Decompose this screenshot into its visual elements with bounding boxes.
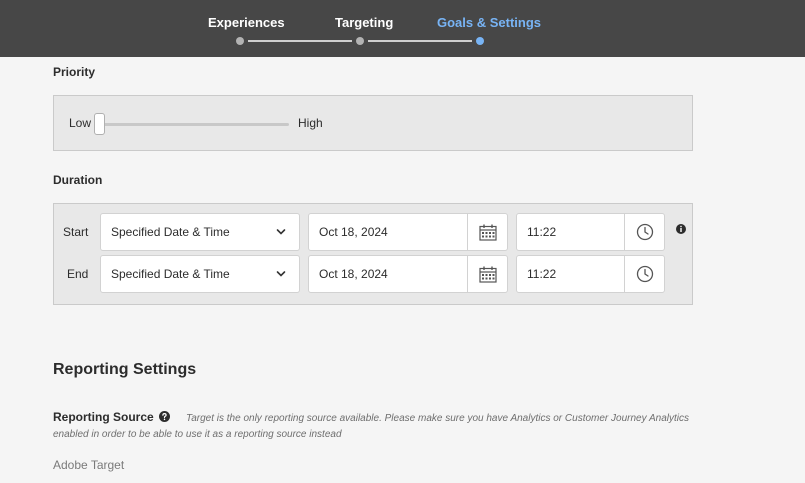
step-dot-goals-settings xyxy=(476,37,484,45)
step-connector xyxy=(248,40,352,42)
end-date-field[interactable]: Oct 18, 2024 xyxy=(308,255,508,293)
end-date-picker-button[interactable] xyxy=(467,256,507,292)
calendar-icon xyxy=(478,224,497,241)
step-targeting[interactable]: Targeting xyxy=(335,15,393,30)
priority-slider-track[interactable] xyxy=(100,123,289,126)
chevron-down-icon xyxy=(276,229,286,235)
start-time-field[interactable]: 11:22 xyxy=(516,213,665,251)
priority-slider-handle[interactable] xyxy=(94,113,105,135)
end-row-label: End xyxy=(67,267,89,281)
start-mode-value: Specified Date & Time xyxy=(111,225,230,239)
clock-icon xyxy=(636,223,653,241)
end-mode-select[interactable]: Specified Date & Time xyxy=(100,255,300,293)
step-dot-experiences xyxy=(236,37,244,45)
step-goals-settings[interactable]: Goals & Settings xyxy=(437,15,541,30)
start-time-picker-button[interactable] xyxy=(624,214,664,250)
start-mode-select[interactable]: Specified Date & Time xyxy=(100,213,300,251)
reporting-source-label: Reporting Source xyxy=(53,410,154,424)
end-time-value: 11:22 xyxy=(527,267,557,281)
end-time-field[interactable]: 11:22 xyxy=(516,255,665,293)
clock-icon xyxy=(636,265,653,283)
wizard-stepper: Experiences Targeting Goals & Settings xyxy=(0,0,805,57)
step-experiences[interactable]: Experiences xyxy=(208,15,285,30)
end-time-picker-button[interactable] xyxy=(624,256,664,292)
slider-high-label: High xyxy=(298,116,323,130)
reporting-settings-title: Reporting Settings xyxy=(53,361,197,378)
reporting-source-value: Adobe Target xyxy=(53,458,125,472)
step-dot-targeting xyxy=(356,37,364,45)
start-date-picker-button[interactable] xyxy=(467,214,507,250)
start-time-value: 11:22 xyxy=(527,225,557,239)
help-icon[interactable] xyxy=(159,411,170,422)
end-date-value: Oct 18, 2024 xyxy=(319,267,388,281)
chevron-down-icon xyxy=(276,271,286,277)
calendar-icon xyxy=(478,266,497,283)
info-icon[interactable] xyxy=(676,224,686,234)
start-date-value: Oct 18, 2024 xyxy=(319,225,388,239)
end-mode-value: Specified Date & Time xyxy=(111,267,230,281)
step-connector xyxy=(368,40,472,42)
start-date-field[interactable]: Oct 18, 2024 xyxy=(308,213,508,251)
priority-panel: Low High xyxy=(53,95,693,151)
slider-low-label: Low xyxy=(69,116,92,130)
duration-label: Duration xyxy=(53,173,103,187)
priority-label: Priority xyxy=(53,65,96,79)
duration-panel: Start Specified Date & Time Oct 18, 2024… xyxy=(53,203,693,305)
start-row-label: Start xyxy=(63,225,89,239)
